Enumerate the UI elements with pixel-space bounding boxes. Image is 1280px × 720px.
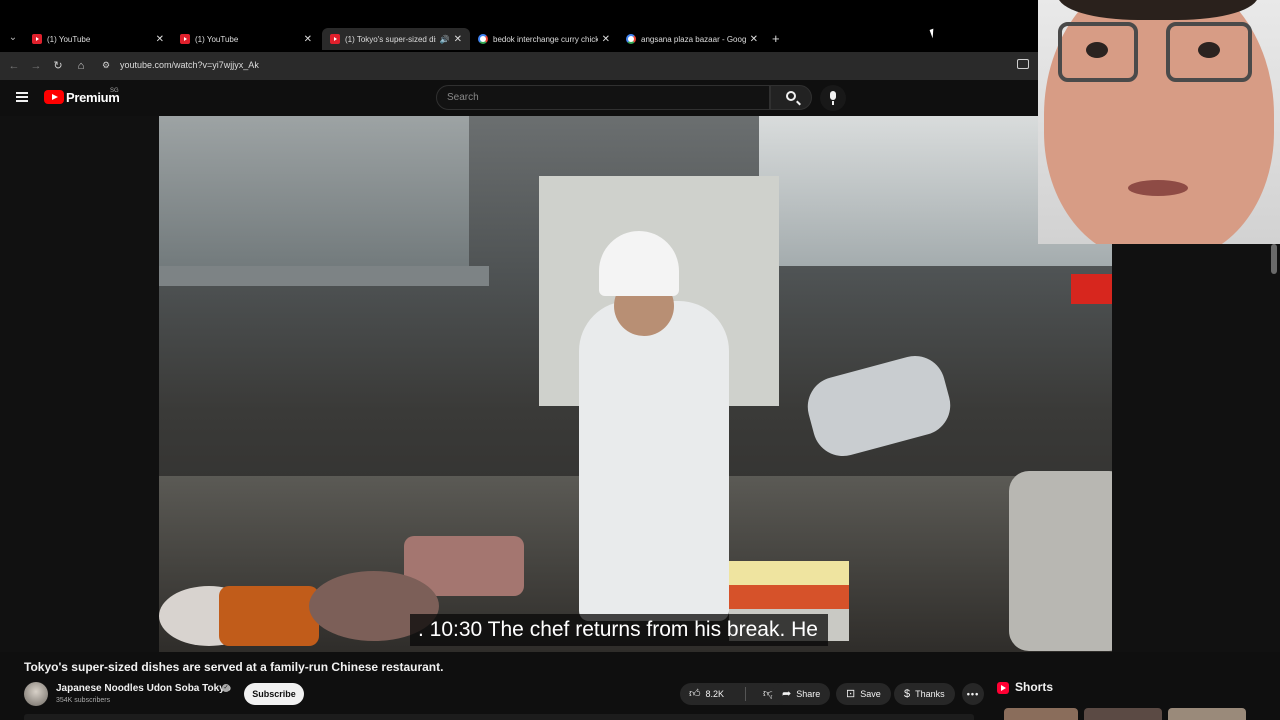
subscribe-button[interactable]: Subscribe xyxy=(244,683,304,705)
shorts-logo-icon xyxy=(997,682,1009,694)
save-button[interactable]: ⊡ Save xyxy=(836,683,891,705)
video-title: Tokyo's super-sized dishes are served at… xyxy=(24,660,444,674)
voice-search-mic-icon[interactable] xyxy=(820,85,846,111)
search-icon xyxy=(786,91,796,101)
shorts-thumbnail[interactable] xyxy=(1168,708,1246,720)
forward-arrow-icon[interactable]: → xyxy=(28,58,44,74)
browser-tab-youtube-2[interactable]: (1) YouTube ✕ xyxy=(172,28,320,50)
description-box-edge xyxy=(24,714,974,720)
video-chef xyxy=(579,301,729,621)
more-actions-button[interactable]: ••• xyxy=(962,683,984,705)
share-label: Share xyxy=(796,689,821,699)
video-stock-pot xyxy=(1009,471,1112,651)
tab-title: bedok interchange curry chick xyxy=(493,34,598,44)
share-arrow-icon: ➦ xyxy=(782,687,792,700)
tab-close-icon[interactable]: ✕ xyxy=(602,34,610,45)
bookmark-icon: ⊡ xyxy=(846,687,856,700)
video-red-sign xyxy=(1071,274,1112,304)
search-input[interactable]: Search xyxy=(436,85,770,110)
save-label: Save xyxy=(860,689,881,699)
thanks-button[interactable]: $ Thanks xyxy=(894,683,955,705)
youtube-favicon-icon xyxy=(330,34,340,44)
region-code: SG xyxy=(110,88,119,94)
video-shelf xyxy=(159,266,489,286)
tab-title: (1) YouTube xyxy=(47,34,91,44)
tab-search-chevron-icon[interactable]: ⌄ xyxy=(6,32,20,44)
back-arrow-icon[interactable]: ← xyxy=(6,58,22,74)
google-favicon-icon xyxy=(626,34,636,44)
youtube-logo-icon[interactable] xyxy=(44,90,64,104)
new-tab-plus-icon[interactable]: + xyxy=(772,31,780,46)
page-scrollbar[interactable] xyxy=(1271,244,1277,274)
tab-title: angsana plaza bazaar - Google xyxy=(641,34,746,44)
like-button[interactable]: 👍︎ 8.2K xyxy=(680,687,740,700)
thumbs-down-icon[interactable]: 👎︎ xyxy=(751,688,774,700)
shorts-thumbnail[interactable] xyxy=(1084,708,1162,720)
browser-address-bar: ← → ↻ ⌂ ⚙ youtube.com/watch?v=yi7wjjyx_A… xyxy=(0,52,1040,80)
verified-check-icon: ✓ xyxy=(222,684,230,692)
google-favicon-icon xyxy=(478,34,488,44)
webcam-overlay xyxy=(1038,0,1280,244)
hamburger-menu-icon[interactable] xyxy=(16,92,28,102)
youtube-favicon-icon xyxy=(32,34,42,44)
video-kitchen-cabinet xyxy=(159,116,469,276)
reload-icon[interactable]: ↻ xyxy=(50,58,66,74)
tab-close-icon[interactable]: ✕ xyxy=(454,34,462,45)
site-info-icon[interactable]: ⚙ xyxy=(102,60,110,71)
search-placeholder: Search xyxy=(447,92,479,103)
cast-icon[interactable] xyxy=(1017,59,1029,69)
thanks-label: Thanks xyxy=(915,689,945,699)
tab-title: (1) YouTube xyxy=(195,34,239,44)
webcam-glasses xyxy=(1166,22,1252,82)
shorts-heading[interactable]: Shorts xyxy=(1015,680,1053,694)
webcam-mouth xyxy=(1128,180,1188,196)
youtube-favicon-icon xyxy=(180,34,190,44)
search-button[interactable] xyxy=(770,85,812,110)
video-caption: . 10:30 The chef returns from his break.… xyxy=(410,614,828,646)
like-count: 8.2K xyxy=(705,689,725,699)
subscriber-count: 354K subscribers xyxy=(56,697,111,704)
channel-avatar[interactable] xyxy=(24,682,48,706)
tab-close-icon[interactable]: ✕ xyxy=(750,34,758,45)
browser-tab-youtube-1[interactable]: (1) YouTube ✕ xyxy=(24,28,172,50)
webcam-glasses xyxy=(1058,22,1138,82)
video-foil xyxy=(801,349,957,463)
thanks-icon: $ xyxy=(904,687,911,700)
speaker-icon[interactable]: 🔊 xyxy=(440,35,450,44)
browser-tab-google-search-1[interactable]: bedok interchange curry chick ✕ xyxy=(470,28,618,50)
url-field[interactable]: youtube.com/watch?v=yi7wjjyx_Ak xyxy=(120,60,259,70)
share-button[interactable]: ➦ Share xyxy=(772,683,831,705)
video-frame-kitchen-scene[interactable] xyxy=(159,116,1112,652)
tab-close-icon[interactable]: ✕ xyxy=(156,34,164,45)
home-icon[interactable]: ⌂ xyxy=(73,58,89,74)
shorts-thumbnail[interactable] xyxy=(1004,708,1078,720)
channel-name[interactable]: Japanese Noodles Udon Soba Tokyo xyxy=(56,683,231,694)
youtube-masthead: Premium SG Search xyxy=(0,80,1040,116)
browser-tab-google-search-2[interactable]: angsana plaza bazaar - Google ✕ xyxy=(618,28,766,50)
thumbs-up-icon: 👍︎ xyxy=(689,687,701,700)
tab-title: (1) Tokyo's super-sized dish xyxy=(345,34,436,44)
tab-close-icon[interactable]: ✕ xyxy=(304,34,312,45)
video-bowl xyxy=(219,586,319,646)
like-divider xyxy=(745,687,746,701)
browser-tab-active-video[interactable]: (1) Tokyo's super-sized dish 🔊 ✕ xyxy=(322,28,470,50)
